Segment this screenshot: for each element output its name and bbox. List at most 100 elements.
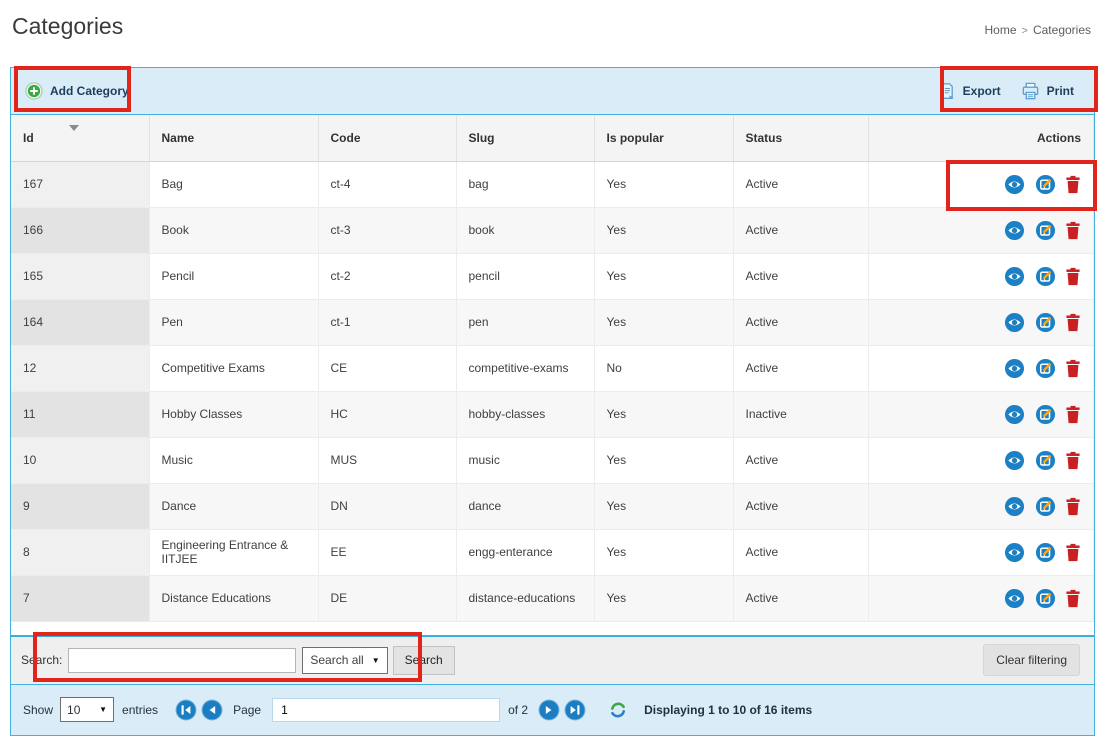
edit-button[interactable] (1035, 174, 1056, 195)
add-category-label: Add Category (50, 84, 129, 98)
column-header-id[interactable]: Id (11, 115, 149, 161)
last-page-icon (564, 699, 586, 721)
trash-icon (1065, 313, 1081, 332)
cell-id: 167 (11, 161, 149, 207)
edit-button[interactable] (1035, 220, 1056, 241)
column-header-is-popular[interactable]: Is popular (594, 115, 733, 161)
next-page-button[interactable] (538, 699, 560, 721)
edit-button[interactable] (1035, 542, 1056, 563)
pager-back-group (173, 699, 225, 721)
trash-icon (1065, 451, 1081, 470)
cell-slug: competitive-exams (456, 345, 594, 391)
delete-button[interactable] (1065, 313, 1081, 332)
cell-is-popular: Yes (594, 529, 733, 575)
cell-status: Inactive (733, 391, 868, 437)
trash-icon (1065, 175, 1081, 194)
search-scope-select[interactable]: Search all ▼ (302, 647, 387, 674)
cell-code: CE (318, 345, 456, 391)
cell-is-popular: Yes (594, 437, 733, 483)
first-page-icon (175, 699, 197, 721)
view-button[interactable] (1004, 358, 1025, 379)
eye-icon (1004, 174, 1025, 195)
column-header-status[interactable]: Status (733, 115, 868, 161)
view-button[interactable] (1004, 404, 1025, 425)
view-button[interactable] (1004, 312, 1025, 333)
edit-button[interactable] (1035, 588, 1056, 609)
edit-button[interactable] (1035, 496, 1056, 517)
refresh-button[interactable] (608, 700, 628, 720)
cell-actions (868, 161, 1094, 207)
cell-actions (868, 483, 1094, 529)
clear-filtering-button[interactable]: Clear filtering (983, 644, 1080, 676)
cell-actions (868, 345, 1094, 391)
cell-actions (868, 299, 1094, 345)
breadcrumb-current: Categories (1033, 23, 1091, 37)
delete-button[interactable] (1065, 359, 1081, 378)
view-button[interactable] (1004, 542, 1025, 563)
page-label: Page (233, 703, 261, 717)
edit-button[interactable] (1035, 450, 1056, 471)
search-button[interactable]: Search (393, 646, 455, 675)
trash-icon (1065, 267, 1081, 286)
table-row: 10 Music MUS music Yes Active (11, 437, 1094, 483)
cell-slug: distance-educations (456, 575, 594, 621)
export-button[interactable]: Export (939, 82, 1001, 101)
table-row: 167 Bag ct-4 bag Yes Active (11, 161, 1094, 207)
last-page-button[interactable] (564, 699, 586, 721)
displaying-summary: Displaying 1 to 10 of 16 items (644, 703, 812, 717)
column-header-actions: Actions (868, 115, 1094, 161)
column-header-slug[interactable]: Slug (456, 115, 594, 161)
edit-pencil-icon (1035, 450, 1056, 471)
edit-button[interactable] (1035, 312, 1056, 333)
edit-button[interactable] (1035, 358, 1056, 379)
cell-slug: bag (456, 161, 594, 207)
view-button[interactable] (1004, 496, 1025, 517)
cell-status: Active (733, 253, 868, 299)
trash-icon (1065, 221, 1081, 240)
print-label: Print (1047, 84, 1074, 98)
view-button[interactable] (1004, 588, 1025, 609)
edit-pencil-icon (1035, 542, 1056, 563)
view-button[interactable] (1004, 266, 1025, 287)
page-number-input[interactable] (272, 698, 500, 722)
column-header-name[interactable]: Name (149, 115, 318, 161)
search-scope-value: Search all (310, 653, 363, 667)
page-size-value: 10 (67, 703, 80, 717)
cell-name: Pen (149, 299, 318, 345)
delete-button[interactable] (1065, 543, 1081, 562)
column-header-code[interactable]: Code (318, 115, 456, 161)
edit-button[interactable] (1035, 404, 1056, 425)
search-input[interactable] (68, 648, 296, 673)
cell-code: ct-4 (318, 161, 456, 207)
cell-slug: dance (456, 483, 594, 529)
page-count-label: of 2 (508, 703, 528, 717)
edit-pencil-icon (1035, 588, 1056, 609)
table-bottom-spacer (11, 622, 1094, 635)
previous-page-button[interactable] (201, 699, 223, 721)
table-row: 11 Hobby Classes HC hobby-classes Yes In… (11, 391, 1094, 437)
view-button[interactable] (1004, 220, 1025, 241)
page-size-select[interactable]: 10 ▼ (60, 697, 114, 722)
delete-button[interactable] (1065, 451, 1081, 470)
edit-button[interactable] (1035, 266, 1056, 287)
delete-button[interactable] (1065, 497, 1081, 516)
edit-pencil-icon (1035, 358, 1056, 379)
delete-button[interactable] (1065, 175, 1081, 194)
first-page-button[interactable] (175, 699, 197, 721)
print-button[interactable]: Print (1021, 82, 1074, 101)
delete-button[interactable] (1065, 267, 1081, 286)
add-category-button[interactable]: Add Category (25, 82, 129, 100)
pager-forward-group (536, 699, 588, 721)
breadcrumb-home-link[interactable]: Home (985, 23, 1017, 37)
cell-name: Book (149, 207, 318, 253)
delete-button[interactable] (1065, 405, 1081, 424)
delete-button[interactable] (1065, 221, 1081, 240)
cell-name: Distance Educations (149, 575, 318, 621)
edit-pencil-icon (1035, 266, 1056, 287)
edit-pencil-icon (1035, 312, 1056, 333)
view-button[interactable] (1004, 450, 1025, 471)
delete-button[interactable] (1065, 589, 1081, 608)
cell-status: Active (733, 207, 868, 253)
eye-icon (1004, 220, 1025, 241)
view-button[interactable] (1004, 174, 1025, 195)
